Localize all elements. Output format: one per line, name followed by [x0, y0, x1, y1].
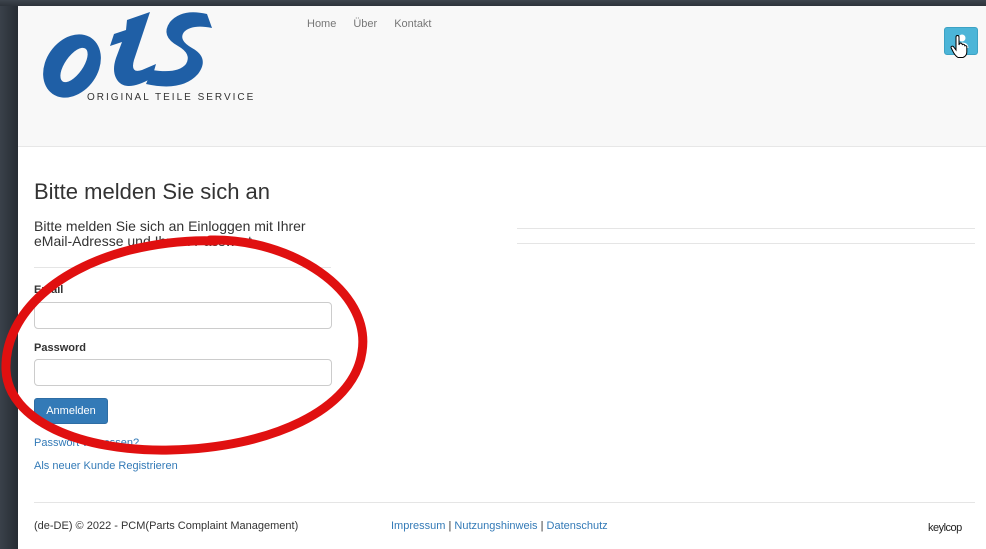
screen-frame-left — [0, 0, 18, 549]
footer-links: Impressum | Nutzungshinweis | Datenschut… — [391, 520, 608, 532]
login-intro-text: Bitte melden Sie sich an Einloggen mit I… — [34, 218, 306, 249]
logo-tagline: ORIGINAL TEILE SERVICE — [87, 92, 256, 103]
keylcop-brand: keylcop — [928, 522, 962, 534]
divider — [34, 267, 331, 268]
email-label: Email — [34, 284, 64, 296]
datenschutz-link[interactable]: Datenschutz — [547, 520, 608, 532]
register-link[interactable]: Als neuer Kunde Registrieren — [34, 460, 178, 472]
logo-t-shape — [110, 12, 156, 86]
login-button[interactable]: Anmelden — [34, 398, 108, 424]
page-title: Bitte melden Sie sich an — [34, 179, 271, 204]
nav-home[interactable]: Home — [307, 18, 336, 30]
nutzungshinweis-link[interactable]: Nutzungshinweis — [454, 520, 537, 532]
logo-s-shape — [146, 12, 212, 87]
main-nav: Home Über Kontakt — [307, 18, 449, 30]
header: ORIGINAL TEILE SERVICE Home Über Kontakt — [18, 6, 986, 147]
nav-kontakt[interactable]: Kontakt — [394, 18, 431, 30]
password-field[interactable] — [34, 359, 332, 386]
footer-separator: | — [537, 520, 547, 532]
hand-cursor-icon — [950, 35, 968, 58]
divider — [517, 243, 975, 244]
password-label: Password — [34, 342, 86, 354]
email-field[interactable] — [34, 302, 332, 329]
footer-divider — [34, 502, 975, 503]
footer-copyright: (de-DE) © 2022 - PCM(Parts Complaint Man… — [34, 520, 299, 532]
page: ORIGINAL TEILE SERVICE Home Über Kontakt… — [18, 6, 986, 549]
impressum-link[interactable]: Impressum — [391, 520, 445, 532]
forgot-password-link[interactable]: Passwort vergessen? — [34, 437, 139, 449]
nav-ueber[interactable]: Über — [353, 18, 377, 30]
divider — [517, 228, 975, 229]
